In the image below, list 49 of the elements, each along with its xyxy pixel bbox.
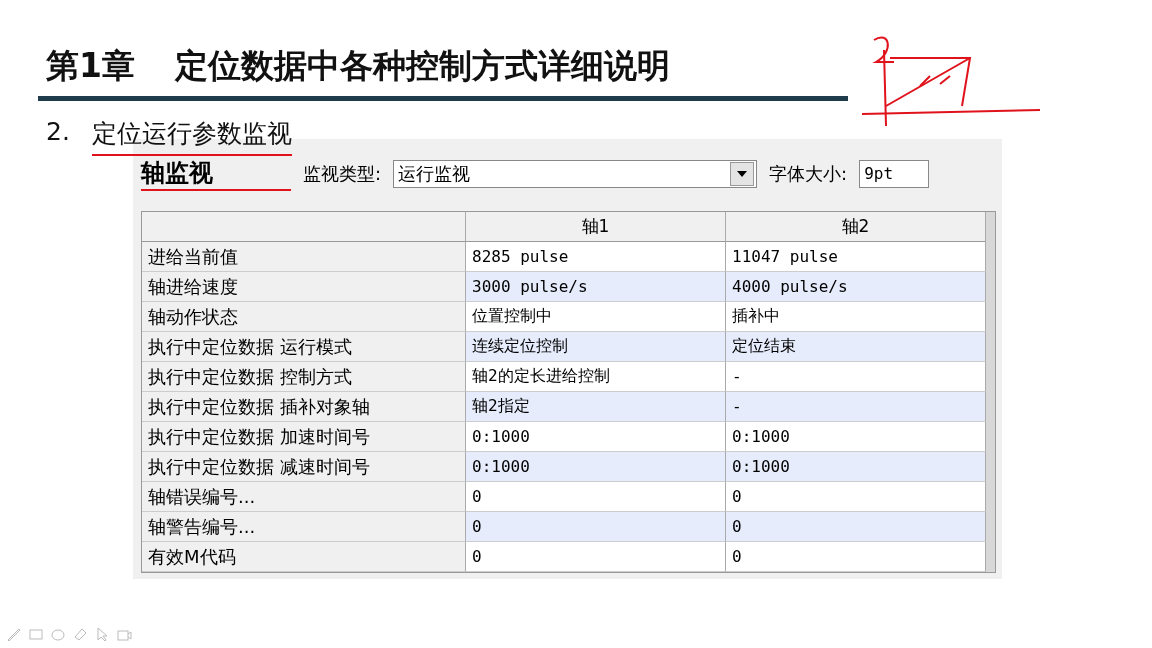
row-label: 轴进给速度 <box>142 272 466 302</box>
monitor-type-dropdown[interactable]: 运行监视 <box>393 160 758 188</box>
pen-icon[interactable] <box>6 626 22 642</box>
table-cell: 0 <box>726 482 986 512</box>
table-cell: 0 <box>466 482 726 512</box>
table-cell: 0 <box>466 512 726 542</box>
table-cell: 插补中 <box>726 302 986 332</box>
monitor-title: 轴监视 <box>141 157 291 191</box>
table-cell: - <box>726 362 986 392</box>
ellipse-icon[interactable] <box>50 626 66 642</box>
row-label: 执行中定位数据 插补对象轴 <box>142 392 466 422</box>
table-cell: 0:1000 <box>466 422 726 452</box>
scrollbar[interactable] <box>986 212 995 572</box>
eraser-icon[interactable] <box>72 626 88 642</box>
table-cell: 0:1000 <box>726 422 986 452</box>
row-label: 轴动作状态 <box>142 302 466 332</box>
table-cell: 0 <box>726 512 986 542</box>
table-cell: 11047 pulse <box>726 242 986 272</box>
table-cell: - <box>726 392 986 422</box>
table-cell: 0:1000 <box>466 452 726 482</box>
row-label: 轴警告编号... <box>142 512 466 542</box>
table-cell: 0:1000 <box>726 452 986 482</box>
font-size-field[interactable]: 9pt <box>859 160 930 188</box>
column-header: 轴1 <box>466 212 726 242</box>
table-cell: 轴2指定 <box>466 392 726 422</box>
font-size-label: 字体大小: <box>769 162 848 186</box>
table-cell: 轴2的定长进给控制 <box>466 362 726 392</box>
row-label: 执行中定位数据 运行模式 <box>142 332 466 362</box>
chapter-number: 第1章 <box>46 45 135 87</box>
row-label: 执行中定位数据 控制方式 <box>142 362 466 392</box>
row-label: 执行中定位数据 减速时间号 <box>142 452 466 482</box>
slides-icon[interactable] <box>28 626 44 642</box>
table-cell: 0 <box>726 542 986 572</box>
monitor-type-label: 监视类型: <box>303 162 382 186</box>
table-cell: 定位结束 <box>726 332 986 362</box>
column-header: 轴2 <box>726 212 986 242</box>
table-cell: 0 <box>466 542 726 572</box>
row-label: 执行中定位数据 加速时间号 <box>142 422 466 452</box>
slide-title: 定位数据中各种控制方式详细说明 <box>174 45 670 87</box>
table-cell: 位置控制中 <box>466 302 726 332</box>
section-number: 2. <box>46 117 70 148</box>
table-cell: 8285 pulse <box>466 242 726 272</box>
pointer-icon[interactable] <box>94 626 110 642</box>
row-label: 有效M代码 <box>142 542 466 572</box>
table-cell: 3000 pulse/s <box>466 272 726 302</box>
table-cell: 连续定位控制 <box>466 332 726 362</box>
table-cell: 4000 pulse/s <box>726 272 986 302</box>
row-label: 进给当前值 <box>142 242 466 272</box>
row-label: 轴错误编号... <box>142 482 466 512</box>
